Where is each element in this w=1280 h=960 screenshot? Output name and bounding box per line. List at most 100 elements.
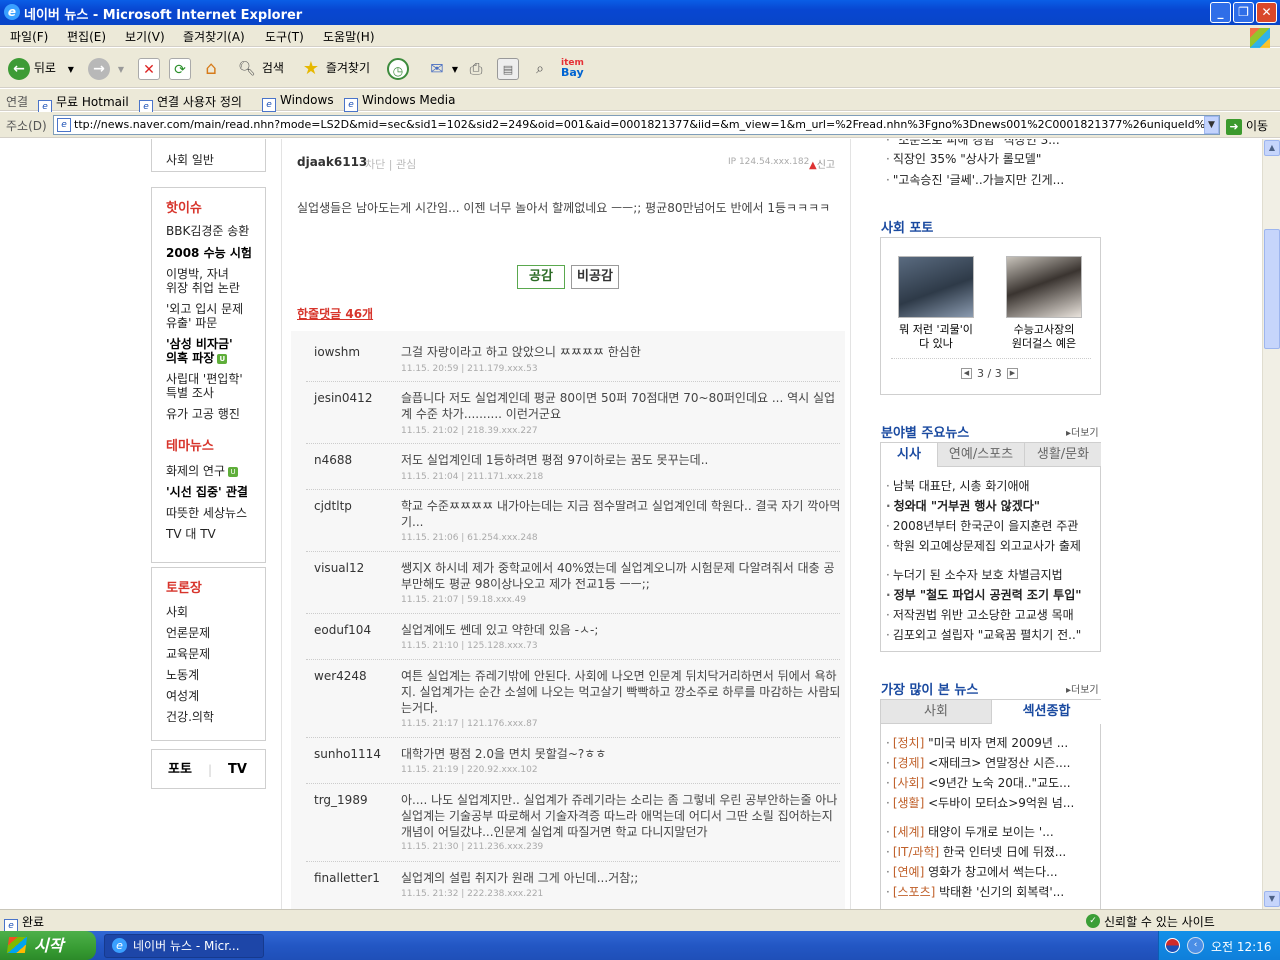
photo-caption[interactable]: 수능고사장의 원더걸스 예은 (994, 323, 1094, 351)
hot-issue-item[interactable]: '외고 입시 문제 (166, 302, 243, 317)
edit-button[interactable]: ▤ (497, 56, 519, 80)
stop-button[interactable]: ✕ (138, 56, 160, 80)
theme-news-item[interactable]: 화제의 연구 U (166, 464, 239, 479)
comment-user[interactable]: iowshm (314, 345, 360, 359)
nav-society-general[interactable]: 사회 일반 (166, 153, 214, 168)
start-button[interactable]: 시작 (0, 931, 96, 960)
prev-arrow-icon[interactable]: ◀ (961, 368, 972, 379)
debate-item[interactable]: 사회 (166, 605, 188, 620)
most-viewed-item[interactable]: [IT/과학] 한국 인터넷 日에 뒤졌... (886, 845, 1066, 860)
scroll-down-icon[interactable]: ▼ (1264, 891, 1280, 907)
search-button[interactable]: 🔍︎ 검색 (236, 56, 284, 80)
mail-button[interactable]: ✉ ▼ (426, 56, 458, 80)
more-link[interactable]: ▸더보기 (1066, 681, 1099, 696)
section-news-item[interactable]: 김포외고 설립자 "교육꿈 펼치기 전.." (886, 628, 1082, 643)
hot-issue-item[interactable]: 유가 고공 행진 (166, 407, 240, 422)
hot-issue-item[interactable]: 특별 조사 (166, 386, 214, 401)
vertical-scrollbar[interactable]: ▲ ▼ (1262, 139, 1280, 909)
agree-button[interactable]: 공감 (517, 265, 565, 289)
section-news-item[interactable]: 청와대 "거부권 행사 않겠다" (886, 499, 1040, 514)
comment-user[interactable]: n4688 (314, 453, 352, 467)
menu-edit[interactable]: 편집(E) (67, 28, 106, 45)
tab-entertainment-sports[interactable]: 연예/스포츠 (937, 443, 1024, 467)
link-windows-media[interactable]: e Windows Media (344, 93, 455, 112)
photo-thumbnail[interactable] (1006, 256, 1082, 318)
photo-caption[interactable]: 뭐 저런 '괴물'이 다 있나 (886, 323, 986, 351)
hot-issue-item[interactable]: 위장 취업 논란 (166, 281, 240, 296)
address-input[interactable]: e ttp://news.naver.com/main/read.nhn?mod… (53, 115, 1220, 135)
menu-tools[interactable]: 도구(T) (265, 28, 304, 45)
tray-expand-icon[interactable]: ‹ (1187, 937, 1204, 954)
theme-news-item[interactable]: '시선 집중' 관결 (166, 485, 248, 500)
comment-user[interactable]: cjdtltp (314, 499, 352, 513)
tab-society[interactable]: 사회 (881, 700, 991, 724)
menu-file[interactable]: 파일(F) (10, 28, 48, 45)
link-customize[interactable]: e 연결 사용자 정의 (139, 93, 242, 114)
theme-news-item[interactable]: TV 대 TV (166, 527, 216, 542)
most-viewed-item[interactable]: [경제] <재테크> 연말정산 시즌.... (886, 756, 1071, 771)
most-viewed-item[interactable]: [스포츠] 박태환 '신기의 회복력'... (886, 885, 1064, 900)
block-link[interactable]: 차단 | 관심 (365, 156, 416, 172)
refresh-button[interactable]: ⟳ (169, 56, 191, 80)
hot-issue-item[interactable]: BBK김경준 송환 (166, 224, 249, 239)
mail-dropdown-icon[interactable]: ▼ (452, 65, 458, 74)
most-viewed-item[interactable]: [사회] <9년간 노숙 20대.."교도... (886, 776, 1071, 791)
related-news-item[interactable]: "고속승진 '글쎄'..가늘지만 긴게... (886, 173, 1064, 188)
comment-user[interactable]: eoduf104 (314, 623, 371, 637)
back-button[interactable]: ← 뒤로 ▼ (8, 56, 74, 80)
theme-news-item[interactable]: 따뜻한 세상뉴스 (166, 506, 247, 521)
ebay-button[interactable]: item Bay (561, 56, 584, 80)
hot-issue-item[interactable]: 의혹 파장 U (166, 351, 228, 366)
debate-item[interactable]: 언론문제 (166, 626, 210, 641)
history-button[interactable]: ◷ (387, 56, 409, 80)
debate-item[interactable]: 노동계 (166, 668, 199, 683)
back-dropdown-icon[interactable]: ▼ (68, 65, 74, 74)
language-indicator-icon[interactable] (1165, 938, 1180, 953)
disagree-button[interactable]: 비공감 (571, 265, 619, 289)
menu-view[interactable]: 보기(V) (125, 28, 165, 45)
go-button[interactable]: ➜ 이동 (1226, 117, 1268, 135)
tab-life-culture[interactable]: 생활/문화 (1024, 443, 1101, 467)
home-button[interactable]: ⌂ (200, 56, 222, 80)
comment-user[interactable]: finalletter1 (314, 871, 380, 885)
most-viewed-item[interactable]: [연예] 영화가 창고에서 썩는다... (886, 865, 1058, 880)
link-windows[interactable]: e Windows (262, 93, 334, 112)
scroll-up-icon[interactable]: ▲ (1264, 140, 1280, 156)
photo-thumbnail[interactable] (898, 256, 974, 318)
photo-link[interactable]: 포토 (168, 762, 192, 777)
taskbar-item-ie[interactable]: e 네이버 뉴스 - Micr... (104, 934, 264, 958)
hot-issue-item[interactable]: 사립대 '편입학' (166, 372, 243, 387)
maximize-button[interactable]: ❐ (1233, 2, 1254, 23)
tab-section-total[interactable]: 섹션종합 (991, 700, 1101, 724)
comment-user[interactable]: trg_1989 (314, 793, 368, 807)
most-viewed-item[interactable]: [정치] "미국 비자 면제 2009년 ... (886, 736, 1068, 751)
next-arrow-icon[interactable]: ▶ (1007, 368, 1018, 379)
debate-item[interactable]: 건강.의학 (166, 710, 214, 725)
most-viewed-item[interactable]: [세계] 태양이 두개로 보이는 '... (886, 825, 1054, 840)
link-hotmail[interactable]: e 무료 Hotmail (38, 93, 129, 114)
comment-user[interactable]: visual12 (314, 561, 364, 575)
section-news-item[interactable]: 정부 "철도 파업시 공권력 조기 투입" (886, 588, 1082, 603)
section-news-item[interactable]: 누더기 된 소수자 보호 차별금지법 (886, 568, 1063, 583)
forward-dropdown-icon[interactable]: ▼ (118, 65, 124, 74)
comment-user[interactable]: jesin0412 (314, 391, 372, 405)
section-news-item[interactable]: 남북 대표단, 시총 화기애애 (886, 479, 1030, 494)
comment-user[interactable]: wer4248 (314, 669, 367, 683)
tab-current-affairs[interactable]: 시사 (881, 443, 937, 467)
report-button[interactable]: ▲신고 (809, 156, 835, 171)
tv-link[interactable]: TV (228, 762, 247, 777)
scroll-thumb[interactable] (1264, 229, 1280, 349)
close-button[interactable]: ✕ (1256, 2, 1277, 23)
hot-issue-item[interactable]: 이명박, 자녀 (166, 267, 229, 282)
address-dropdown-icon[interactable]: ▼ (1204, 116, 1219, 134)
hot-issue-item[interactable]: 유출' 파문 (166, 316, 217, 331)
related-news-item[interactable]: 직장인 35% "상사가 롤모델" (886, 152, 1042, 167)
most-viewed-item[interactable]: [생활] <두바이 모터쇼>9억원 넘... (886, 796, 1074, 811)
forward-button[interactable]: → ▼ (88, 56, 124, 80)
section-news-item[interactable]: 2008년부터 한국군이 을지훈련 주관 (886, 519, 1079, 534)
hot-issue-item[interactable]: 2008 수능 시험 (166, 246, 252, 261)
more-link[interactable]: ▸더보기 (1066, 424, 1099, 439)
comment-author[interactable]: djaak6113 (297, 155, 367, 169)
research-button[interactable]: ⌕ (529, 56, 551, 80)
menu-help[interactable]: 도움말(H) (323, 28, 375, 45)
